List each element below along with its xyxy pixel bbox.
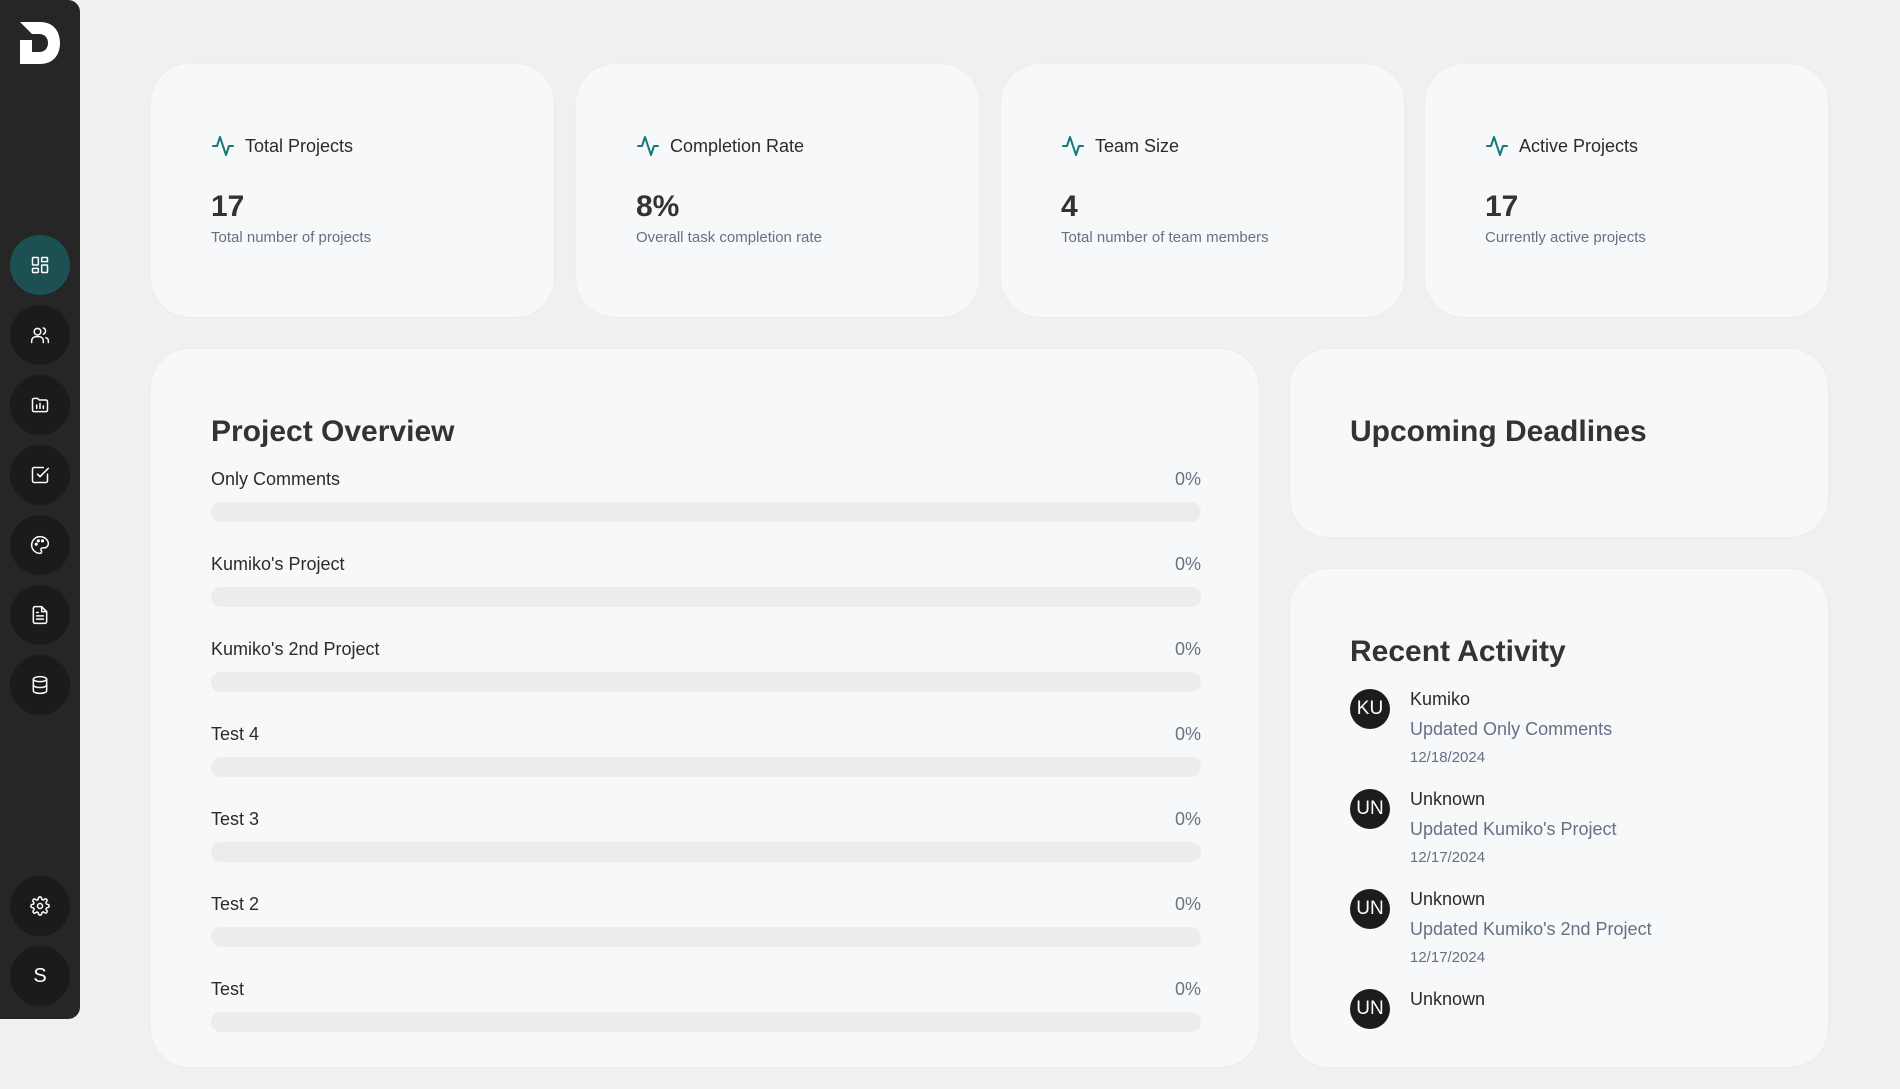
activity-text: Updated Only Comments	[1410, 719, 1613, 739]
activity-date: 12/17/2024	[1410, 849, 1486, 866]
stat-description: Total number of team members	[1061, 229, 1269, 246]
activity-pulse-icon	[637, 136, 659, 156]
document-icon	[32, 605, 48, 625]
activity-user: Unknown	[1410, 989, 1486, 1009]
activity-pulse-icon	[1062, 136, 1084, 156]
activity-user: Kumiko	[1410, 689, 1471, 709]
stat-title: Team Size	[1095, 135, 1180, 156]
progress-bar	[211, 502, 1201, 522]
project-row[interactable]: Test 4 0%	[211, 724, 1201, 809]
project-percent: 0%	[1174, 639, 1201, 659]
project-name: Test 4	[211, 724, 260, 744]
stat-value: 17	[1485, 190, 1519, 223]
progress-bar	[211, 757, 1201, 777]
nav-tasks[interactable]	[10, 445, 70, 505]
activity-user: Unknown	[1410, 889, 1486, 909]
activity-date: 12/17/2024	[1410, 949, 1486, 966]
stat-card-active-projects: Active Projects 17 Currently active proj…	[1424, 63, 1829, 318]
app-logo[interactable]	[18, 20, 62, 66]
activity-item: UN Unknown	[1350, 989, 1770, 1089]
progress-bar	[211, 587, 1201, 607]
activity-date: 12/18/2024	[1410, 749, 1486, 766]
activity-text: Updated Kumiko's Project	[1410, 819, 1617, 839]
stat-description: Total number of projects	[211, 229, 372, 246]
activity-user: Unknown	[1410, 789, 1486, 809]
project-name: Kumiko's 2nd Project	[211, 639, 380, 659]
stat-card-completion-rate: Completion Rate 8% Overall task completi…	[575, 63, 980, 318]
project-percent: 0%	[1174, 809, 1201, 829]
stat-value: 4	[1061, 190, 1078, 223]
stat-description: Currently active projects	[1485, 229, 1646, 246]
project-row[interactable]: Test 2 0%	[211, 894, 1201, 979]
project-percent: 0%	[1174, 979, 1201, 999]
project-overview-card: Project Overview Only Comments 0% Kumiko's…	[150, 348, 1260, 1068]
stat-description: Overall task completion rate	[636, 229, 822, 246]
project-name: Kumiko's Project	[211, 554, 345, 574]
stat-title: Active Projects	[1519, 135, 1639, 156]
project-name: Test 2	[211, 894, 260, 914]
user-initial: S	[33, 964, 47, 987]
project-row[interactable]: Only Comments 0%	[211, 469, 1201, 554]
avatar: KU	[1350, 689, 1390, 729]
project-name: Only Comments	[211, 469, 341, 489]
stat-card-total-projects: Total Projects 17 Total number of projec…	[150, 63, 555, 318]
database-icon	[32, 675, 48, 695]
tasks-checkbox-icon	[31, 466, 50, 484]
settings-button[interactable]	[10, 876, 70, 936]
project-name: Test 3	[211, 809, 260, 829]
project-name: Test	[211, 979, 245, 999]
project-row[interactable]: Kumiko's 2nd Project 0%	[211, 639, 1201, 724]
project-list: Only Comments 0% Kumiko's Project 0% Kumiko'…	[211, 469, 1201, 1064]
activity-text: Updated Kumiko's 2nd Project	[1410, 919, 1652, 939]
palette-icon	[31, 535, 50, 555]
progress-bar	[211, 842, 1201, 862]
project-percent: 0%	[1174, 724, 1201, 744]
recent-activity-card: Recent Activity KU Kumiko Updated Only Com…	[1289, 568, 1829, 1068]
project-row[interactable]: Test 3 0%	[211, 809, 1201, 894]
stat-title: Completion Rate	[670, 135, 805, 156]
activity-item: UN Unknown Updated Kumiko's 2nd Project 12/…	[1350, 889, 1770, 989]
nav-users[interactable]	[10, 305, 70, 365]
section-title: Recent Activity	[1350, 635, 1566, 668]
nav-documents[interactable]	[10, 585, 70, 645]
avatar: UN	[1350, 889, 1390, 929]
project-percent: 0%	[1174, 469, 1201, 489]
avatar: UN	[1350, 989, 1390, 1029]
upcoming-deadlines-card: Upcoming Deadlines	[1289, 348, 1829, 538]
stat-card-team-size: Team Size 4 Total number of team members	[1000, 63, 1405, 318]
activity-item: KU Kumiko Updated Only Comments 12/18/2024	[1350, 689, 1770, 789]
activity-item: UN Unknown Updated Kumiko's Project 12/17/2…	[1350, 789, 1770, 889]
projects-folder-icon	[31, 397, 49, 413]
dashboard-icon	[31, 256, 49, 274]
stat-value: 17	[211, 190, 245, 223]
activity-pulse-icon	[1486, 136, 1508, 156]
stat-title: Total Projects	[245, 135, 354, 156]
progress-bar	[211, 927, 1201, 947]
project-percent: 0%	[1174, 554, 1201, 574]
nav-projects[interactable]	[10, 375, 70, 435]
sidebar: S	[0, 0, 80, 1019]
nav-database[interactable]	[10, 655, 70, 715]
activity-list: KU Kumiko Updated Only Comments 12/18/2024 U…	[1350, 689, 1770, 1089]
project-row[interactable]: Test 0%	[211, 979, 1201, 1064]
progress-bar	[211, 1012, 1201, 1032]
nav-dashboard[interactable]	[10, 235, 70, 295]
nav-palette[interactable]	[10, 515, 70, 575]
project-percent: 0%	[1174, 894, 1201, 914]
progress-bar	[211, 672, 1201, 692]
user-avatar[interactable]: S	[10, 946, 70, 1006]
section-title: Upcoming Deadlines	[1350, 415, 1647, 448]
users-icon	[30, 327, 50, 344]
avatar: UN	[1350, 789, 1390, 829]
section-title: Project Overview	[211, 415, 455, 448]
stat-value: 8%	[636, 190, 680, 223]
project-row[interactable]: Kumiko's Project 0%	[211, 554, 1201, 639]
activity-pulse-icon	[212, 136, 234, 156]
gear-icon	[30, 896, 50, 916]
